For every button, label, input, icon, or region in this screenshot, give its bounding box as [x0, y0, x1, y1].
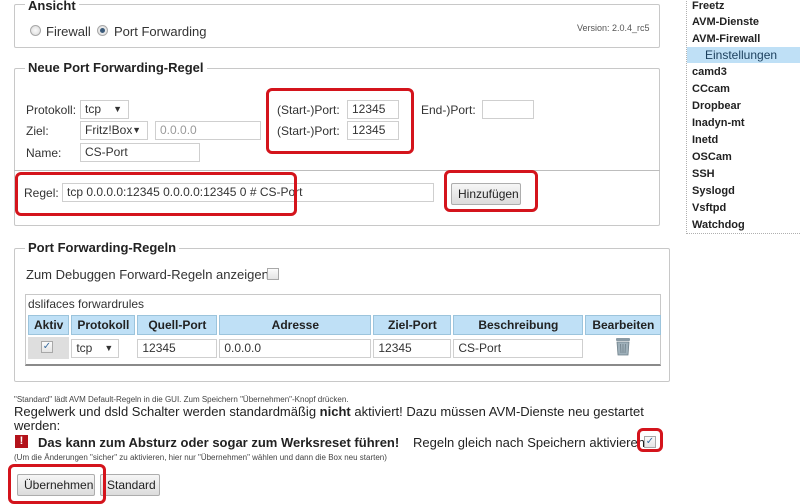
table-caption: dslifaces forwardrules [28, 297, 145, 311]
new-rule-legend: Neue Port Forwarding-Regel [25, 60, 207, 75]
row-adresse-input[interactable]: 0.0.0.0 [219, 338, 372, 358]
danger-text: Das kann zum Absturz oder sogar zum Werk… [38, 435, 400, 450]
cell-protokoll: tcp ▼ [71, 337, 135, 359]
col-quell-port: Quell-Port [137, 315, 218, 335]
sidebar-item-cccam[interactable]: CCcam [692, 81, 730, 97]
ziel-ip-input[interactable]: 0.0.0.0 [155, 121, 261, 140]
trash-icon[interactable] [615, 337, 631, 359]
radio-firewall[interactable] [30, 25, 41, 36]
protokoll-label: Protokoll: [26, 103, 77, 117]
ziel-label: Ziel: [26, 124, 49, 138]
cell-adresse: 0.0.0.0 [219, 337, 372, 359]
col-bearbeiten: Bearbeiten [585, 315, 662, 335]
warning-icon: ! [15, 435, 28, 448]
sidebar-item-watchdog[interactable]: Watchdog [692, 217, 745, 233]
activate-label: Regeln gleich nach Speichern aktivieren [413, 435, 645, 450]
ziel-select[interactable]: Fritz!Box ▼ [80, 121, 148, 140]
annotation-activate [637, 428, 663, 452]
col-beschreibung: Beschreibung [453, 315, 584, 335]
annotation-apply [8, 464, 106, 504]
sidebar-item-oscam[interactable]: OSCam [692, 149, 732, 165]
cell-aktiv: ✓ [28, 337, 70, 359]
cell-quell-port: 12345 [137, 337, 218, 359]
col-aktiv: Aktiv [28, 315, 70, 335]
sidebar-item-avm-firewall[interactable]: AVM-Firewall [692, 31, 760, 47]
chevron-down-icon: ▼ [132, 125, 141, 135]
end-port-input[interactable] [482, 100, 534, 119]
chevron-down-icon: ▼ [113, 104, 122, 114]
table-header-row: Aktiv Protokoll Quell-Port Adresse Ziel-… [28, 315, 662, 335]
radio-port-forwarding[interactable] [97, 25, 108, 36]
ansicht-legend: Ansicht [25, 0, 79, 13]
ansicht-fieldset: Ansicht [14, 0, 660, 48]
sidebar-item-camd3[interactable]: camd3 [692, 64, 727, 80]
annotation-ports [266, 88, 414, 154]
table-row: ✓ tcp ▼ 12345 0.0.0.0 12345 CS-Port [28, 337, 661, 359]
debug-checkbox[interactable] [267, 268, 279, 280]
divider [14, 170, 660, 171]
col-protokoll: Protokoll [71, 315, 136, 335]
rules-table: Aktiv Protokoll Quell-Port Adresse Ziel-… [26, 313, 663, 361]
ziel-value: Fritz!Box [85, 123, 133, 137]
cell-beschreibung: CS-Port [453, 337, 584, 359]
sidebar-nav: Freetz AVM-Dienste AVM-Firewall Einstell… [686, 0, 800, 234]
sidebar-item-avm-dienste[interactable]: AVM-Dienste [692, 14, 759, 30]
rules-legend: Port Forwarding-Regeln [25, 240, 180, 255]
warning-pre: Regelwerk und dsld Schalter werden stand… [14, 404, 320, 419]
standard-note: "Standard" lädt AVM Default-Regeln in di… [14, 395, 349, 404]
annotation-add [444, 170, 538, 212]
sidebar-item-einstellungen[interactable]: Einstellungen [687, 47, 800, 63]
chevron-down-icon: ▼ [104, 342, 114, 353]
warning-bold: nicht [319, 404, 351, 419]
row-ziel-port-input[interactable]: 12345 [373, 338, 452, 358]
cell-bearbeiten [585, 337, 661, 359]
sidebar-item-ssh[interactable]: SSH [692, 166, 715, 182]
radio-port-forwarding-label[interactable]: Port Forwarding [114, 24, 206, 39]
version-text: Version: 2.0.4_rc5 [577, 23, 650, 33]
protokoll-value: tcp [85, 102, 102, 116]
row-protokoll-select[interactable]: tcp ▼ [71, 338, 120, 358]
cell-ziel-port: 12345 [373, 337, 452, 359]
sidebar-item-dropbear[interactable]: Dropbear [692, 98, 741, 114]
name-label: Name: [26, 146, 62, 160]
protokoll-select[interactable]: tcp ▼ [80, 100, 129, 119]
sidebar-item-syslogd[interactable]: Syslogd [692, 183, 735, 199]
row-quell-port-input[interactable]: 12345 [137, 338, 218, 358]
sidebar-item-inetd[interactable]: Inetd [692, 132, 718, 148]
aktiv-checkbox[interactable]: ✓ [41, 341, 53, 353]
standard-button[interactable]: Standard [100, 474, 160, 496]
row-beschreibung-input[interactable]: CS-Port [453, 338, 584, 358]
debug-label: Zum Debuggen Forward-Regeln anzeigen: [26, 267, 273, 282]
sidebar-item-inadyn-mt[interactable]: Inadyn-mt [692, 115, 745, 131]
hint-text: (Um die Änderungen "sicher" zu aktiviere… [14, 453, 387, 462]
col-ziel-port: Ziel-Port [373, 315, 452, 335]
radio-firewall-label[interactable]: Firewall [46, 24, 91, 39]
sidebar-item-vsftpd[interactable]: Vsftpd [692, 200, 726, 216]
warning-text: Regelwerk und dsld Schalter werden stand… [14, 405, 654, 433]
col-adresse: Adresse [219, 315, 372, 335]
annotation-regel [15, 172, 297, 216]
sidebar-item-freetz[interactable]: Freetz [692, 0, 724, 14]
name-input[interactable]: CS-Port [80, 143, 200, 162]
end-port-label: End-)Port: [421, 103, 476, 117]
row-protokoll-value: tcp [76, 340, 93, 355]
